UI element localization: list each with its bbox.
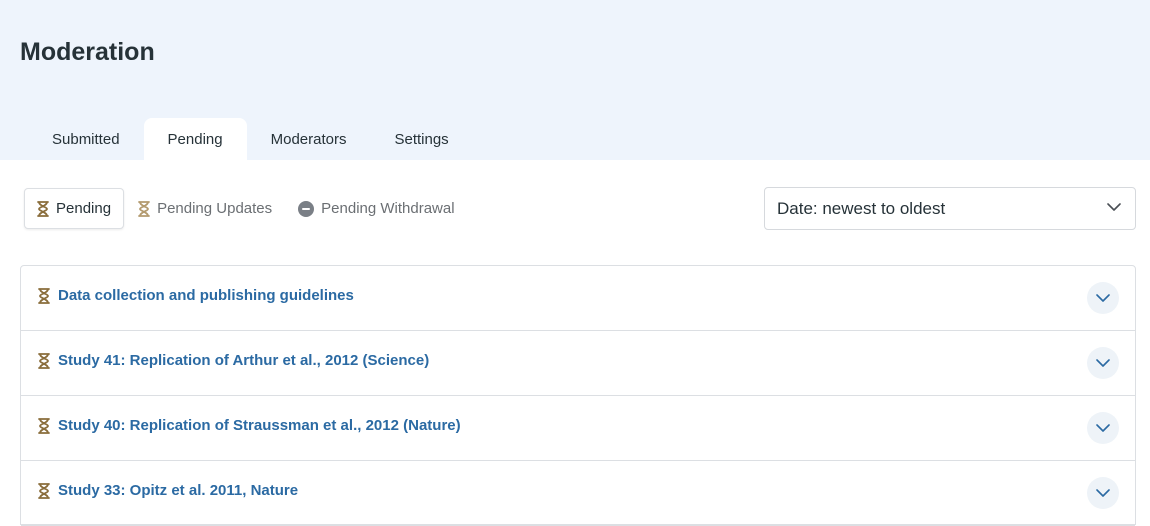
item-title-link[interactable]: Data collection and publishing guideline…	[58, 287, 354, 304]
filter-label: Pending Updates	[157, 200, 273, 217]
hourglass-icon	[38, 353, 50, 369]
sort-selected-value: Date: newest to oldest	[777, 198, 946, 218]
expand-button[interactable]	[1087, 347, 1119, 379]
status-filter-group: Pending Pending Updates Pending Withdraw…	[24, 188, 467, 229]
chevron-down-icon	[1096, 488, 1110, 497]
hourglass-icon	[38, 483, 50, 499]
tab-label: Moderators	[270, 130, 347, 148]
filter-pending-updates[interactable]: Pending Updates	[126, 188, 284, 229]
chevron-down-icon	[1096, 293, 1110, 302]
page-title: Moderation	[20, 38, 155, 66]
hourglass-icon	[138, 200, 150, 217]
list-item[interactable]: Study 33: Opitz et al. 2011, Nature	[21, 461, 1135, 526]
item-title-link[interactable]: Study 41: Replication of Arthur et al., …	[58, 352, 429, 369]
minus-circle-icon	[298, 200, 315, 217]
tab-label: Pending	[167, 130, 223, 148]
chevron-down-icon	[1096, 423, 1110, 432]
expand-button[interactable]	[1087, 412, 1119, 444]
filter-label: Pending Withdrawal	[321, 200, 455, 217]
hourglass-icon	[38, 418, 50, 434]
hourglass-icon	[38, 288, 50, 304]
list-item[interactable]: Data collection and publishing guideline…	[21, 266, 1135, 331]
pending-list: Data collection and publishing guideline…	[20, 265, 1136, 526]
tab-pending[interactable]: Pending	[143, 118, 247, 160]
filter-pending-withdrawal[interactable]: Pending Withdrawal	[286, 188, 466, 229]
item-title-link[interactable]: Study 33: Opitz et al. 2011, Nature	[58, 482, 298, 499]
tab-label: Settings	[394, 130, 449, 148]
chevron-down-icon	[1096, 358, 1110, 367]
tab-submitted[interactable]: Submitted	[28, 118, 144, 160]
tab-moderators[interactable]: Moderators	[247, 118, 371, 160]
sort-dropdown[interactable]: Date: newest to oldest	[764, 187, 1136, 230]
list-item[interactable]: Study 41: Replication of Arthur et al., …	[21, 331, 1135, 396]
item-title-link[interactable]: Study 40: Replication of Straussman et a…	[58, 417, 461, 434]
filter-pending[interactable]: Pending	[24, 188, 125, 229]
moderation-tabs: Submitted Pending Moderators Settings	[28, 118, 473, 160]
tab-settings[interactable]: Settings	[370, 118, 472, 160]
page-header: Moderation Submitted Pending Moderators …	[0, 0, 1150, 160]
hourglass-icon	[37, 200, 49, 217]
list-item[interactable]: Study 40: Replication of Straussman et a…	[21, 396, 1135, 461]
chevron-down-icon	[1107, 203, 1121, 211]
expand-button[interactable]	[1087, 282, 1119, 314]
expand-button[interactable]	[1087, 477, 1119, 509]
filter-label: Pending	[56, 200, 112, 217]
tab-label: Submitted	[52, 130, 120, 148]
